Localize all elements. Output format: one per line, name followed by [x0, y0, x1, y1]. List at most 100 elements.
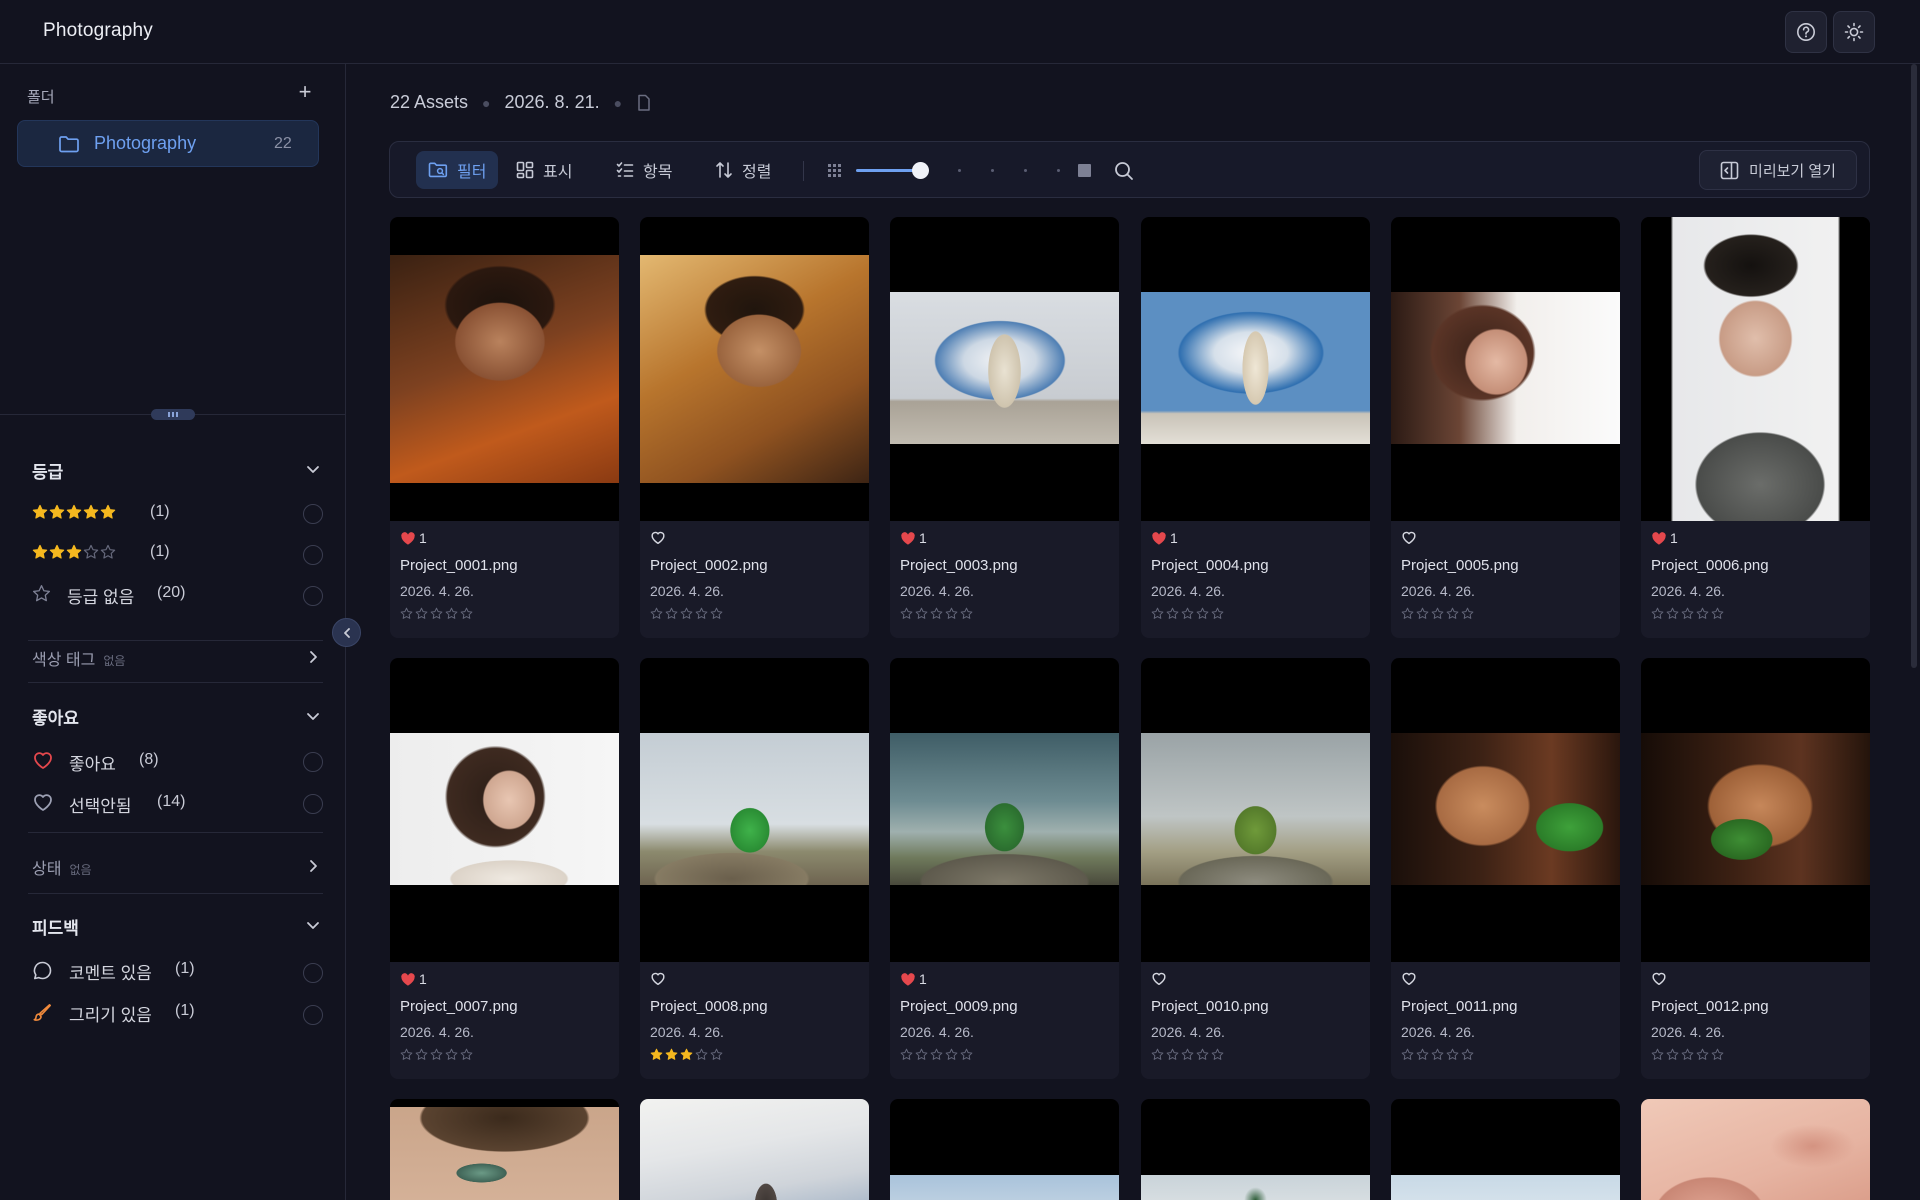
unselected-checkbox[interactable]: [303, 794, 323, 814]
like-toggle[interactable]: 1: [1651, 530, 1678, 546]
collapse-sidebar-button[interactable]: [332, 618, 361, 647]
asset-rating[interactable]: [1151, 607, 1224, 620]
asset-card[interactable]: Project_0011.png 2026. 4. 26.: [1391, 658, 1620, 1079]
display-button[interactable]: 표시: [504, 151, 584, 189]
asset-thumbnail[interactable]: [890, 217, 1119, 521]
like-toggle[interactable]: 1: [400, 530, 427, 546]
folder-item-photography[interactable]: Photography 22: [17, 120, 319, 167]
like-toggle[interactable]: [650, 971, 669, 986]
items-button[interactable]: 항목: [604, 151, 684, 189]
asset-card[interactable]: Project_0005.png 2026. 4. 26.: [1391, 217, 1620, 638]
asset-thumbnail[interactable]: [390, 658, 619, 962]
add-folder-button[interactable]: +: [294, 81, 316, 104]
asset-card[interactable]: [1641, 1099, 1870, 1200]
separator-dot: ●: [482, 94, 491, 111]
comment-checkbox[interactable]: [303, 963, 323, 983]
asset-card[interactable]: 1 Project_0003.png 2026. 4. 26.: [890, 217, 1119, 638]
filter-button[interactable]: 필터: [416, 151, 499, 189]
asset-thumbnail[interactable]: [1641, 217, 1870, 521]
resize-handle[interactable]: [151, 409, 195, 420]
chevron-right-icon[interactable]: [303, 647, 323, 667]
rating-section-title: 등급: [32, 463, 64, 482]
like-toggle[interactable]: 1: [900, 971, 927, 987]
search-icon[interactable]: [1113, 160, 1135, 182]
asset-card[interactable]: 1 Project_0004.png 2026. 4. 26.: [1141, 217, 1370, 638]
like-toggle[interactable]: [1401, 530, 1420, 545]
asset-info: 1 Project_0006.png 2026. 4. 26.: [1641, 521, 1870, 638]
asset-thumbnail[interactable]: [1391, 658, 1620, 962]
asset-rating[interactable]: [900, 1048, 973, 1061]
large-square-icon[interactable]: [1078, 164, 1091, 177]
asset-card[interactable]: [640, 1099, 869, 1200]
asset-card[interactable]: 1 Project_0006.png 2026. 4. 26.: [1641, 217, 1870, 638]
like-toggle[interactable]: 1: [900, 530, 927, 546]
status-section[interactable]: 상태 없음: [32, 855, 92, 879]
scrollbar[interactable]: [1911, 64, 1917, 668]
like-toggle[interactable]: 1: [1151, 530, 1178, 546]
asset-rating[interactable]: [650, 607, 723, 620]
asset-rating[interactable]: [400, 1048, 473, 1061]
asset-rating[interactable]: [1151, 1048, 1224, 1061]
slider-thumb[interactable]: [912, 162, 930, 179]
chevron-down-icon[interactable]: [303, 459, 323, 479]
rating-3-checkbox[interactable]: [303, 545, 323, 565]
sort-button[interactable]: 정렬: [703, 151, 783, 189]
asset-card[interactable]: Project_0008.png 2026. 4. 26.: [640, 658, 869, 1079]
asset-card[interactable]: Project_0010.png 2026. 4. 26.: [1141, 658, 1370, 1079]
rating-3-count: (1): [150, 543, 170, 560]
asset-rating[interactable]: [1651, 607, 1724, 620]
asset-thumbnail[interactable]: [640, 658, 869, 962]
asset-thumbnail[interactable]: [390, 1099, 619, 1200]
asset-thumbnail[interactable]: [640, 1099, 869, 1200]
liked-checkbox[interactable]: [303, 752, 323, 772]
like-toggle[interactable]: [1401, 971, 1420, 986]
asset-card[interactable]: [1141, 1099, 1370, 1200]
document-icon[interactable]: [636, 94, 652, 112]
asset-thumbnail[interactable]: [1141, 1099, 1370, 1200]
asset-thumbnail[interactable]: [1141, 658, 1370, 962]
asset-card[interactable]: 1 Project_0009.png 2026. 4. 26.: [890, 658, 1119, 1079]
theme-toggle-button[interactable]: [1833, 11, 1875, 53]
like-toggle[interactable]: [650, 530, 669, 545]
like-toggle[interactable]: 1: [400, 971, 427, 987]
asset-rating[interactable]: [1401, 607, 1474, 620]
asset-rating[interactable]: [400, 607, 473, 620]
asset-card[interactable]: [890, 1099, 1119, 1200]
no-rating-checkbox[interactable]: [303, 586, 323, 606]
help-button[interactable]: [1785, 11, 1827, 53]
asset-thumbnail[interactable]: [1641, 658, 1870, 962]
asset-thumbnail[interactable]: [1141, 217, 1370, 521]
open-preview-button[interactable]: 미리보기 열기: [1699, 150, 1857, 190]
rating-5-checkbox[interactable]: [303, 504, 323, 524]
color-tags-section[interactable]: 색상 태그 없음: [32, 646, 125, 670]
chevron-down-icon[interactable]: [303, 706, 323, 726]
asset-rating[interactable]: [900, 607, 973, 620]
chevron-right-icon[interactable]: [303, 856, 323, 876]
star-outline-icon: [1431, 607, 1444, 619]
asset-rating[interactable]: [1651, 1048, 1724, 1061]
asset-thumbnail[interactable]: [1391, 1099, 1620, 1200]
asset-thumbnail[interactable]: [1641, 1099, 1870, 1200]
asset-thumbnail[interactable]: [890, 1099, 1119, 1200]
asset-thumbnail[interactable]: [1391, 217, 1620, 521]
asset-date: 2026. 4. 26.: [1401, 1024, 1475, 1040]
like-count: 1: [1670, 530, 1678, 546]
asset-thumbnail[interactable]: [890, 658, 1119, 962]
asset-rating[interactable]: [1401, 1048, 1474, 1061]
asset-thumbnail[interactable]: [390, 217, 619, 521]
like-toggle[interactable]: [1651, 971, 1670, 986]
like-toggle[interactable]: [1151, 971, 1170, 986]
asset-thumbnail[interactable]: [640, 217, 869, 521]
asset-card[interactable]: [390, 1099, 619, 1200]
asset-card[interactable]: 1 Project_0001.png 2026. 4. 26.: [390, 217, 619, 638]
chevron-down-icon[interactable]: [303, 915, 323, 935]
asset-card[interactable]: [1391, 1099, 1620, 1200]
drawing-checkbox[interactable]: [303, 1005, 323, 1025]
asset-info: Project_0002.png 2026. 4. 26.: [640, 521, 869, 638]
checklist-icon: [616, 162, 634, 177]
asset-card[interactable]: Project_0002.png 2026. 4. 26.: [640, 217, 869, 638]
asset-card[interactable]: Project_0012.png 2026. 4. 26.: [1641, 658, 1870, 1079]
small-grid-icon[interactable]: [827, 163, 842, 178]
asset-card[interactable]: 1 Project_0007.png 2026. 4. 26.: [390, 658, 619, 1079]
asset-rating[interactable]: [650, 1048, 723, 1061]
